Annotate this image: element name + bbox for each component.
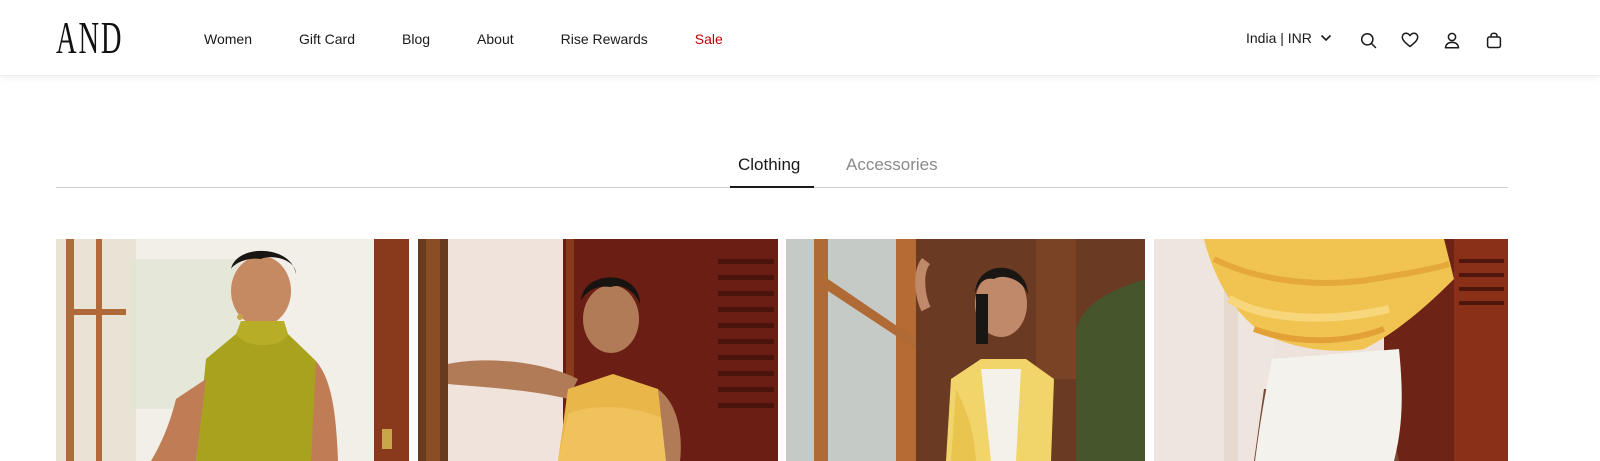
user-icon[interactable] — [1442, 30, 1462, 50]
tab-accessories[interactable]: Accessories — [846, 154, 938, 176]
heart-icon[interactable] — [1400, 30, 1420, 50]
brand-logo[interactable]: AND — [56, 14, 123, 62]
product-image-yellow-tie-dye-vest — [786, 239, 1145, 461]
tab-clothing[interactable]: Clothing — [738, 154, 800, 176]
site-header: AND Women Gift Card Blog About Rise Rewa… — [0, 0, 1600, 76]
header-icons — [1358, 30, 1526, 50]
category-tabs: Clothing Accessories — [56, 148, 1508, 188]
product-image-yellow-ruffle-top-white-shorts — [1154, 239, 1508, 461]
active-tab-indicator — [730, 186, 814, 188]
region-selector[interactable]: India | INR — [1246, 28, 1332, 48]
nav-item-women[interactable]: Women — [204, 29, 252, 49]
region-label: India | INR — [1246, 30, 1312, 46]
chevron-down-icon — [1320, 34, 1331, 42]
bag-icon[interactable] — [1484, 30, 1504, 50]
product-image-olive-halter — [56, 239, 409, 461]
main-nav: Women Gift Card Blog About Rise Rewards … — [204, 29, 770, 49]
nav-item-about[interactable]: About — [477, 29, 514, 49]
nav-item-sale[interactable]: Sale — [695, 29, 723, 49]
nav-item-blog[interactable]: Blog — [402, 29, 430, 49]
nav-item-gift-card[interactable]: Gift Card — [299, 29, 355, 49]
product-card-2[interactable] — [418, 239, 778, 461]
product-card-3[interactable] — [786, 239, 1145, 461]
search-icon[interactable] — [1358, 30, 1378, 50]
nav-item-rise-rewards[interactable]: Rise Rewards — [561, 29, 648, 49]
product-card-1[interactable] — [56, 239, 409, 461]
product-image-yellow-ruffle-halter — [418, 239, 778, 461]
product-card-4[interactable] — [1154, 239, 1508, 461]
